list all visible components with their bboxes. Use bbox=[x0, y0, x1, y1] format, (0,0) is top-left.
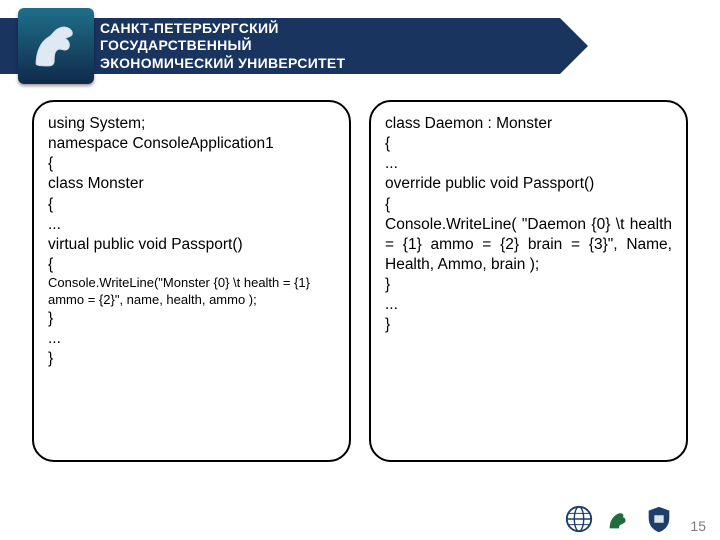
code-line: { bbox=[385, 134, 672, 154]
code-line: ammo = {2}", name, health, ammo ); bbox=[48, 292, 335, 309]
code-line: virtual public void Passport() bbox=[48, 235, 335, 255]
code-line: { bbox=[48, 154, 335, 174]
crest-badge-icon bbox=[604, 504, 634, 534]
code-line: { bbox=[48, 255, 335, 275]
code-line: } bbox=[48, 309, 335, 329]
code-line: using System; bbox=[48, 114, 335, 134]
griffin-icon bbox=[27, 17, 85, 75]
footer: 15 bbox=[564, 504, 706, 534]
university-crest bbox=[18, 8, 94, 84]
code-line: Console.WriteLine( "Daemon {0} \t health… bbox=[385, 215, 672, 275]
code-panels-row: using System; namespace ConsoleApplicati… bbox=[32, 100, 688, 462]
code-line: } bbox=[385, 275, 672, 295]
code-line: class Monster bbox=[48, 174, 335, 194]
code-line: } bbox=[48, 349, 335, 369]
code-line: ... bbox=[385, 295, 672, 315]
university-title: САНКТ-ПЕТЕРБУРГСКИЙ ГОСУДАРСТВЕННЫЙ ЭКОН… bbox=[100, 20, 345, 73]
code-line: Console.WriteLine("Monster {0} \t health… bbox=[48, 275, 335, 292]
code-panel-left: using System; namespace ConsoleApplicati… bbox=[32, 100, 351, 462]
shield-badge-icon bbox=[644, 504, 674, 534]
code-panel-right: class Daemon : Monster { ... override pu… bbox=[369, 100, 688, 462]
globe-badge-icon bbox=[564, 504, 594, 534]
code-line: ... bbox=[385, 154, 672, 174]
header-banner: САНКТ-ПЕТЕРБУРГСКИЙ ГОСУДАРСТВЕННЫЙ ЭКОН… bbox=[0, 10, 720, 82]
code-line: ... bbox=[48, 329, 335, 349]
code-line: } bbox=[385, 315, 672, 335]
code-line: { bbox=[48, 195, 335, 215]
code-line: ... bbox=[48, 215, 335, 235]
code-line: { bbox=[385, 195, 672, 215]
code-line: class Daemon : Monster bbox=[385, 114, 672, 134]
code-line: namespace ConsoleApplication1 bbox=[48, 134, 335, 154]
page-number: 15 bbox=[690, 518, 706, 534]
code-line: override public void Passport() bbox=[385, 174, 672, 194]
